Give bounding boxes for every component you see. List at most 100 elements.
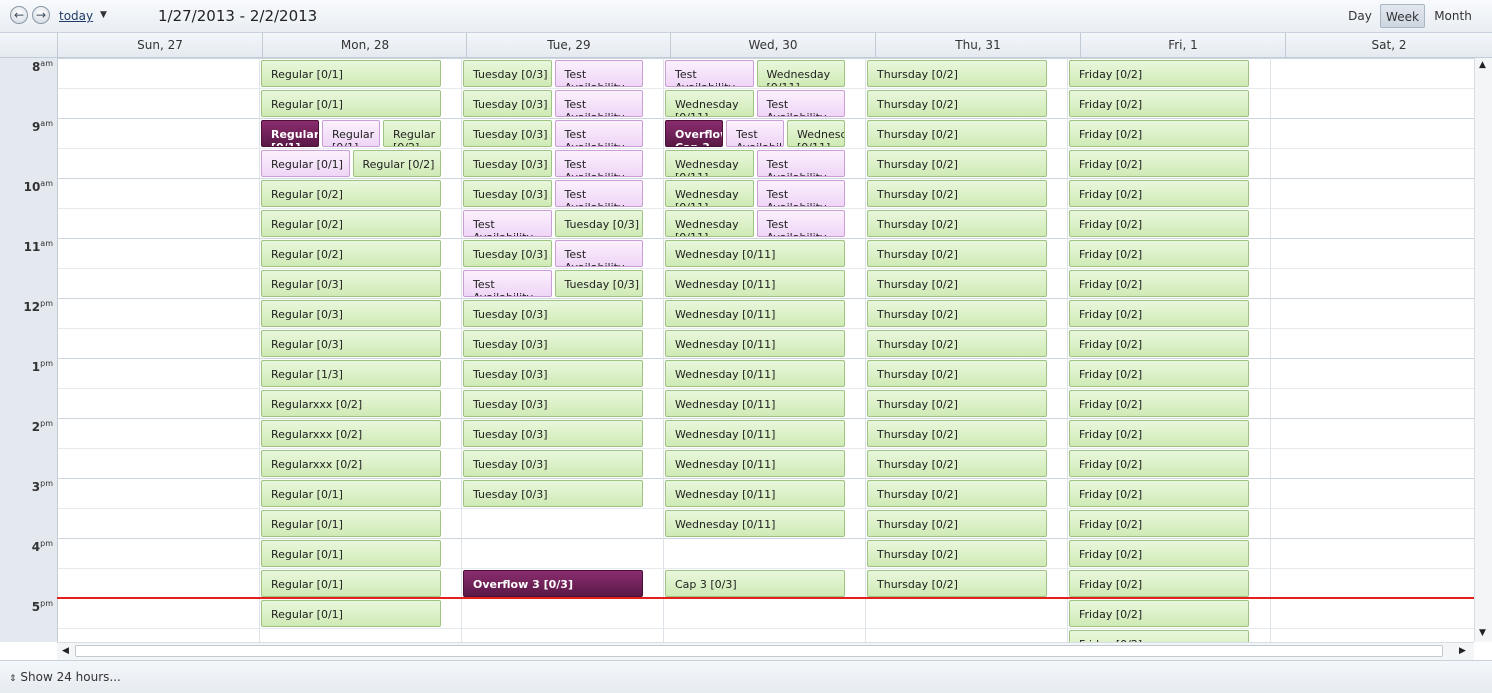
appointment[interactable]: Tuesday [0/3] (463, 180, 552, 207)
appointment[interactable]: Thursday [0/2] (867, 390, 1047, 417)
appointment[interactable]: Friday [0/2] (1069, 420, 1249, 447)
horizontal-scrollbar[interactable]: ◀ ▶ (57, 642, 1474, 660)
appointment[interactable]: Tuesday [0/3] (463, 450, 643, 477)
appointment[interactable]: Regular [0/2] (352, 150, 441, 177)
appointment[interactable]: Wednesday [0/11] (665, 270, 845, 297)
appointment[interactable]: Wednesday [0/11] (787, 120, 845, 147)
appointment[interactable]: Test Availability (554, 240, 643, 267)
appointment[interactable]: Regular [0/1] (261, 480, 441, 507)
day-header[interactable]: Sun, 27 (57, 33, 262, 57)
appointment[interactable]: Test Availability (756, 210, 845, 237)
appointment[interactable]: Wednesday [0/11] (665, 210, 754, 237)
show-24-hours-link[interactable]: ⇕ Show 24 hours... (9, 670, 121, 684)
appointment[interactable]: Friday [0/2] (1069, 630, 1249, 642)
scroll-right-icon[interactable]: ▶ (1459, 646, 1466, 656)
appointment[interactable]: Friday [0/2] (1069, 600, 1249, 627)
appointment[interactable]: Tuesday [0/3] (463, 90, 552, 117)
appointment[interactable]: Wednesday [0/11] (665, 330, 845, 357)
appointment[interactable]: Wednesday [0/11] (665, 240, 845, 267)
appointment[interactable]: Tuesday [0/3] (463, 420, 643, 447)
appointment[interactable]: Thursday [0/2] (867, 180, 1047, 207)
appointment[interactable]: Friday [0/2] (1069, 480, 1249, 507)
appointment[interactable]: Friday [0/2] (1069, 330, 1249, 357)
appointment[interactable]: Tuesday [0/3] (554, 210, 643, 237)
appointment[interactable]: Thursday [0/2] (867, 150, 1047, 177)
appointment[interactable]: Test Availability (726, 120, 784, 147)
today-link[interactable]: today (59, 9, 93, 23)
appointment[interactable]: Regular [1/3] (261, 360, 441, 387)
appointment[interactable]: Thursday [0/2] (867, 360, 1047, 387)
appointment[interactable]: Regular [0/1] (261, 90, 441, 117)
appointment[interactable]: Thursday [0/2] (867, 120, 1047, 147)
appointment[interactable]: Test Availability (554, 90, 643, 117)
arrow-right-icon[interactable]: → (32, 6, 50, 24)
appointment[interactable]: Test Availability (554, 150, 643, 177)
chevron-down-icon[interactable]: ▼ (100, 10, 107, 20)
appointment[interactable]: Regular [0/1] (261, 600, 441, 627)
view-day-button[interactable]: Day (1344, 4, 1376, 28)
appointment[interactable]: Wednesday [0/11] (665, 300, 845, 327)
day-header[interactable]: Wed, 30 (670, 33, 875, 57)
appointment[interactable]: Tuesday [0/3] (463, 330, 643, 357)
view-week-button[interactable]: Week (1380, 4, 1425, 28)
appointment[interactable]: Friday [0/2] (1069, 300, 1249, 327)
appointment[interactable]: Wednesday [0/11] (756, 60, 845, 87)
appointment[interactable]: Thursday [0/2] (867, 330, 1047, 357)
appointment[interactable]: Thursday [0/2] (867, 420, 1047, 447)
appointment[interactable]: Thursday [0/2] (867, 240, 1047, 267)
appointment[interactable]: Friday [0/2] (1069, 120, 1249, 147)
appointment[interactable]: Wednesday [0/11] (665, 450, 845, 477)
appointment[interactable]: Friday [0/2] (1069, 150, 1249, 177)
appointment[interactable]: Thursday [0/2] (867, 90, 1047, 117)
appointment[interactable]: Wednesday [0/11] (665, 180, 754, 207)
appointment[interactable]: Thursday [0/2] (867, 210, 1047, 237)
appointment[interactable]: Regular [0/1] (261, 570, 441, 597)
appointment[interactable]: Regularxxx [0/2] (261, 390, 441, 417)
view-month-button[interactable]: Month (1429, 4, 1477, 28)
appointment[interactable]: Tuesday [0/3] (463, 300, 643, 327)
appointment[interactable]: Friday [0/2] (1069, 540, 1249, 567)
appointment[interactable]: Regular [0/1] (261, 150, 350, 177)
appointment[interactable]: Wednesday [0/11] (665, 480, 845, 507)
appointment[interactable]: Thursday [0/2] (867, 60, 1047, 87)
appointment[interactable]: Wednesday [0/11] (665, 360, 845, 387)
appointment[interactable]: Friday [0/2] (1069, 240, 1249, 267)
appointment[interactable]: Thursday [0/2] (867, 270, 1047, 297)
appointment[interactable]: Tuesday [0/3] (463, 360, 643, 387)
appointment[interactable]: Friday [0/2] (1069, 270, 1249, 297)
appointment[interactable]: Thursday [0/2] (867, 570, 1047, 597)
arrow-left-icon[interactable]: ← (10, 6, 28, 24)
appointment[interactable]: Test Availability (554, 120, 643, 147)
appointment[interactable]: Regular [0/1] (261, 510, 441, 537)
appointment[interactable]: Tuesday [0/3] (463, 240, 552, 267)
appointment[interactable]: Regular [0/1] (322, 120, 380, 147)
appointment[interactable]: Friday [0/2] (1069, 210, 1249, 237)
appointment[interactable]: Wednesday [0/11] (665, 390, 845, 417)
appointment[interactable]: Wednesday [0/11] (665, 150, 754, 177)
scroll-up-icon[interactable]: ▲ (1479, 60, 1486, 70)
appointment[interactable]: Regular [0/2] (261, 210, 441, 237)
appointment[interactable]: Friday [0/2] (1069, 60, 1249, 87)
appointment[interactable]: Tuesday [0/3] (463, 480, 643, 507)
day-header[interactable]: Tue, 29 (466, 33, 671, 57)
appointment[interactable]: Wednesday [0/11] (665, 90, 754, 117)
appointment[interactable]: Regular [0/1] (261, 120, 319, 147)
appointment[interactable]: Regular [0/3] (261, 270, 441, 297)
appointment[interactable]: Regular [0/2] (261, 180, 441, 207)
appointment[interactable]: Tuesday [0/3] (554, 270, 643, 297)
appointment[interactable]: Regular [0/2] (261, 240, 441, 267)
appointment[interactable]: Thursday [0/2] (867, 540, 1047, 567)
appointment[interactable]: Test Availability (554, 60, 643, 87)
appointment[interactable]: Regular [0/3] (261, 300, 441, 327)
appointment[interactable]: Regularxxx [0/2] (261, 420, 441, 447)
appointment[interactable]: Cap 3 [0/3] (665, 570, 845, 597)
appointment[interactable]: Regular [0/1] (261, 540, 441, 567)
appointment[interactable]: Friday [0/2] (1069, 570, 1249, 597)
scroll-left-icon[interactable]: ◀ (62, 646, 69, 656)
appointment[interactable]: Friday [0/2] (1069, 90, 1249, 117)
appointment[interactable]: Regular [0/3] (261, 330, 441, 357)
appointment[interactable]: Tuesday [0/3] (463, 150, 552, 177)
appointment[interactable]: Friday [0/2] (1069, 360, 1249, 387)
appointment[interactable]: Overflow Cap 3 (665, 120, 723, 147)
vertical-scrollbar[interactable]: ▲ ▼ (1474, 58, 1492, 642)
